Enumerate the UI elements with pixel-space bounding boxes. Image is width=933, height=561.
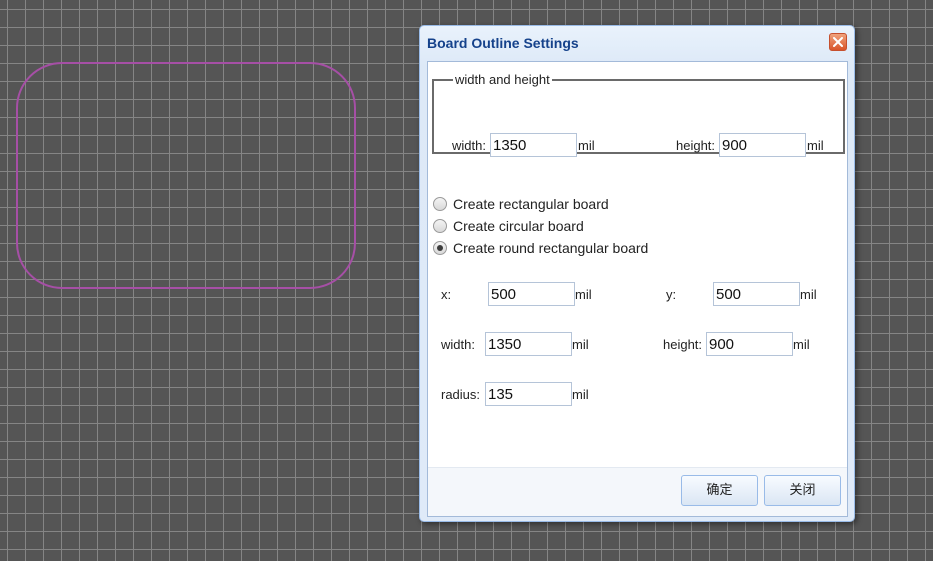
dialog-body: width and height width: mil height: mil …	[427, 61, 848, 517]
radius-unit: mil	[572, 387, 589, 402]
dialog-footer: 确定 关闭	[428, 467, 847, 516]
y-unit: mil	[800, 287, 817, 302]
radio-label: Create circular board	[453, 218, 584, 234]
ok-button[interactable]: 确定	[681, 475, 758, 506]
close-dialog-button[interactable]: 关闭	[764, 475, 841, 506]
wh-width-unit: mil	[578, 138, 595, 153]
rr-height-unit: mil	[793, 337, 810, 352]
radio-rectangular-board[interactable]: Create rectangular board	[433, 195, 609, 213]
radius-input[interactable]	[485, 382, 572, 406]
width-height-legend: width and height	[455, 72, 550, 87]
y-input[interactable]	[713, 282, 800, 306]
rr-width-label: width:	[441, 337, 475, 352]
wh-height-input[interactable]	[719, 133, 806, 157]
rr-height-input[interactable]	[706, 332, 793, 356]
radio-button[interactable]	[433, 241, 447, 255]
radio-round-rectangular-board[interactable]: Create round rectangular board	[433, 239, 648, 257]
x-input[interactable]	[488, 282, 575, 306]
rr-height-label: height:	[663, 337, 703, 352]
wh-height-label: height:	[676, 138, 716, 153]
wh-height-unit: mil	[807, 138, 824, 153]
board-outline[interactable]	[16, 62, 356, 289]
radius-label: radius:	[441, 387, 481, 402]
y-label: y:	[666, 287, 677, 302]
dialog-title: Board Outline Settings	[427, 35, 579, 51]
rr-width-unit: mil	[572, 337, 589, 352]
radio-label: Create round rectangular board	[453, 240, 649, 256]
close-button[interactable]	[829, 33, 847, 51]
wh-width-input[interactable]	[490, 133, 577, 157]
x-unit: mil	[575, 287, 592, 302]
radio-circular-board[interactable]: Create circular board	[433, 217, 584, 235]
radio-button[interactable]	[433, 219, 447, 233]
close-x-icon	[833, 37, 843, 47]
board-outline-settings-dialog: Board Outline Settings width and height …	[419, 25, 855, 522]
x-label: x:	[441, 287, 452, 302]
radio-button[interactable]	[433, 197, 447, 211]
radio-label: Create rectangular board	[453, 196, 609, 212]
wh-width-label: width:	[452, 138, 486, 153]
rr-width-input[interactable]	[485, 332, 572, 356]
